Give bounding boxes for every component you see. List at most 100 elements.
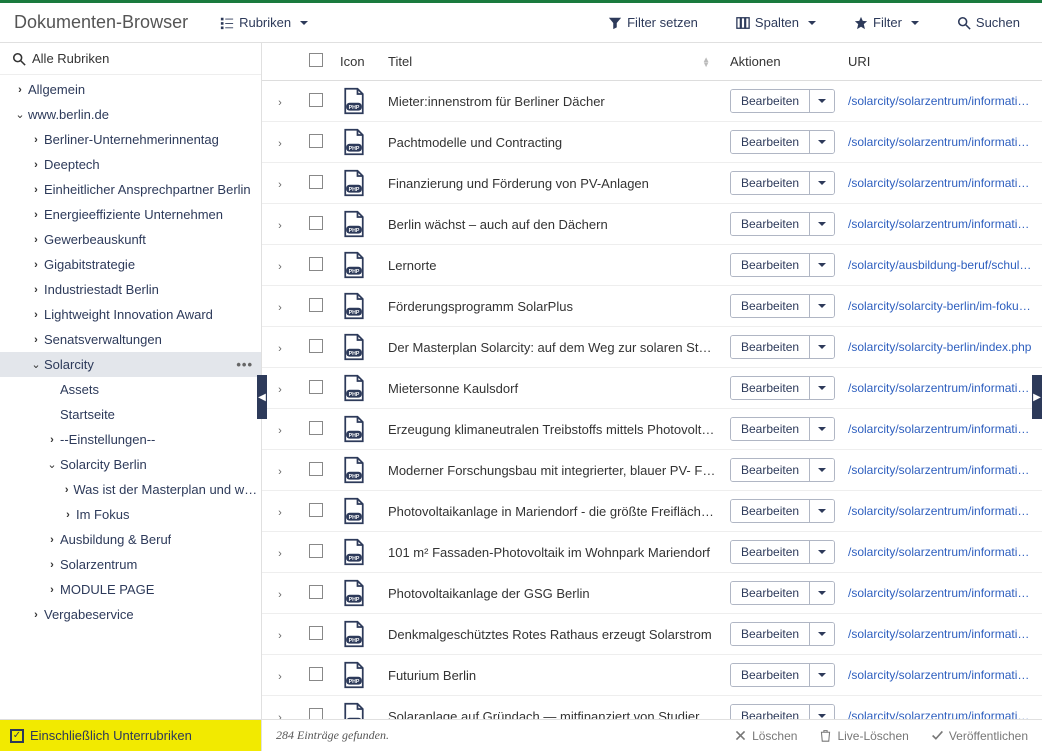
edit-dropdown-button[interactable] — [810, 541, 834, 563]
tree-item[interactable]: ›Im Fokus — [0, 502, 261, 527]
tree-item[interactable]: ⌄www.berlin.de — [0, 102, 261, 127]
edit-dropdown-button[interactable] — [810, 172, 834, 194]
chevron-right-icon[interactable]: › — [44, 584, 60, 596]
row-checkbox[interactable] — [309, 216, 323, 230]
edit-dropdown-button[interactable] — [810, 500, 834, 522]
tree-item[interactable]: ›Lightweight Innovation Award — [0, 302, 261, 327]
row-checkbox[interactable] — [309, 380, 323, 394]
chevron-right-icon[interactable]: › — [28, 284, 44, 296]
edit-button[interactable]: Bearbeiten — [731, 623, 810, 645]
row-expander[interactable]: › — [278, 343, 282, 355]
row-expander[interactable]: › — [278, 548, 282, 560]
row-uri-link[interactable]: /solarcity/solarzentrum/information/leu — [848, 586, 1036, 600]
edit-button[interactable]: Bearbeiten — [731, 418, 810, 440]
edit-button[interactable]: Bearbeiten — [731, 295, 810, 317]
row-expander[interactable]: › — [278, 671, 282, 683]
rubriken-button[interactable]: Rubriken — [212, 11, 316, 34]
edit-dropdown-button[interactable] — [810, 623, 834, 645]
row-checkbox[interactable] — [309, 544, 323, 558]
chevron-right-icon[interactable]: › — [60, 484, 73, 496]
tree-item[interactable]: ›Industriestadt Berlin — [0, 277, 261, 302]
edit-button[interactable]: Bearbeiten — [731, 336, 810, 358]
edit-button[interactable]: Bearbeiten — [731, 254, 810, 276]
more-icon[interactable]: ••• — [228, 357, 261, 372]
chevron-down-icon[interactable]: ⌄ — [12, 108, 28, 121]
chevron-right-icon[interactable]: › — [44, 534, 60, 546]
row-checkbox[interactable] — [309, 421, 323, 435]
edit-dropdown-button[interactable] — [810, 664, 834, 686]
edit-button[interactable]: Bearbeiten — [731, 582, 810, 604]
row-uri-link[interactable]: /solarcity/solarcity-berlin/im-fokus/foe… — [848, 299, 1036, 313]
row-checkbox[interactable] — [309, 462, 323, 476]
spalten-button[interactable]: Spalten — [728, 11, 824, 34]
edit-dropdown-button[interactable] — [810, 377, 834, 399]
row-checkbox[interactable] — [309, 134, 323, 148]
live-delete-button[interactable]: Live-Löschen — [819, 729, 908, 743]
tree-item[interactable]: ›Vergabeservice — [0, 602, 261, 627]
chevron-right-icon[interactable]: › — [28, 159, 44, 171]
edit-dropdown-button[interactable] — [810, 131, 834, 153]
edit-dropdown-button[interactable] — [810, 213, 834, 235]
chevron-right-icon[interactable]: › — [28, 209, 44, 221]
tree-item[interactable]: ›Gigabitstrategie — [0, 252, 261, 277]
row-uri-link[interactable]: /solarcity/solarzentrum/information/leu — [848, 381, 1036, 395]
row-uri-link[interactable]: /solarcity/solarzentrum/information/leu — [848, 463, 1036, 477]
header-checkbox[interactable] — [298, 43, 334, 81]
tree-item[interactable]: ›Allgemein — [0, 77, 261, 102]
row-expander[interactable]: › — [278, 302, 282, 314]
header-icon[interactable]: Icon — [334, 43, 382, 81]
edit-button[interactable]: Bearbeiten — [731, 459, 810, 481]
edit-dropdown-button[interactable] — [810, 254, 834, 276]
header-titel[interactable]: Titel▲▼ — [382, 43, 724, 81]
tree-item[interactable]: ›Ausbildung & Beruf — [0, 527, 261, 552]
row-expander[interactable]: › — [278, 466, 282, 478]
edit-button[interactable]: Bearbeiten — [731, 172, 810, 194]
row-uri-link[interactable]: /solarcity/solarzentrum/information/anw — [848, 94, 1036, 108]
tree-item[interactable]: ⌄Solarcity Berlin — [0, 452, 261, 477]
search-button[interactable]: Suchen — [949, 11, 1028, 34]
chevron-down-icon[interactable]: ⌄ — [28, 358, 44, 371]
row-expander[interactable]: › — [278, 589, 282, 601]
filter-button[interactable]: Filter — [846, 11, 927, 34]
row-expander[interactable]: › — [278, 138, 282, 150]
row-expander[interactable]: › — [278, 630, 282, 642]
publish-button[interactable]: Veröffentlichen — [931, 729, 1028, 743]
chevron-right-icon[interactable]: › — [44, 559, 60, 571]
tree-item[interactable]: ›Berliner-Unternehmerinnentag — [0, 127, 261, 152]
chevron-right-icon[interactable]: › — [28, 134, 44, 146]
row-checkbox[interactable] — [309, 339, 323, 353]
row-expander[interactable]: › — [278, 220, 282, 232]
edit-button[interactable]: Bearbeiten — [731, 377, 810, 399]
sidebar-search[interactable]: Alle Rubriken — [0, 43, 261, 75]
chevron-right-icon[interactable]: › — [28, 309, 44, 321]
row-uri-link[interactable]: /solarcity/solarcity-berlin/index.php — [848, 340, 1036, 354]
edit-button[interactable]: Bearbeiten — [731, 90, 810, 112]
header-uri[interactable]: URI — [842, 43, 1042, 81]
edit-button[interactable]: Bearbeiten — [731, 541, 810, 563]
edit-dropdown-button[interactable] — [810, 418, 834, 440]
chevron-down-icon[interactable]: ⌄ — [44, 458, 60, 471]
edit-dropdown-button[interactable] — [810, 705, 834, 719]
splitter-left[interactable]: ◀ — [257, 375, 267, 419]
edit-dropdown-button[interactable] — [810, 90, 834, 112]
edit-button[interactable]: Bearbeiten — [731, 131, 810, 153]
chevron-right-icon[interactable]: › — [60, 509, 76, 521]
chevron-right-icon[interactable]: › — [44, 434, 60, 446]
row-checkbox[interactable] — [309, 708, 323, 720]
chevron-right-icon[interactable]: › — [28, 184, 44, 196]
chevron-right-icon[interactable]: › — [28, 259, 44, 271]
row-expander[interactable]: › — [278, 97, 282, 109]
row-uri-link[interactable]: /solarcity/solarzentrum/information/anw — [848, 217, 1036, 231]
row-uri-link[interactable]: /solarcity/solarzentrum/information/leu — [848, 627, 1036, 641]
row-expander[interactable]: › — [278, 507, 282, 519]
row-checkbox[interactable] — [309, 175, 323, 189]
row-uri-link[interactable]: /solarcity/solarzentrum/information/leu — [848, 668, 1036, 682]
tree-item[interactable]: ›Deeptech — [0, 152, 261, 177]
row-uri-link[interactable]: /solarcity/solarzentrum/information/leu — [848, 709, 1036, 719]
row-uri-link[interactable]: /solarcity/solarzentrum/information/leu — [848, 504, 1036, 518]
edit-dropdown-button[interactable] — [810, 336, 834, 358]
edit-dropdown-button[interactable] — [810, 582, 834, 604]
tree-item[interactable]: ›--Einstellungen-- — [0, 427, 261, 452]
tree-item[interactable]: ›Senatsverwaltungen — [0, 327, 261, 352]
row-expander[interactable]: › — [278, 425, 282, 437]
